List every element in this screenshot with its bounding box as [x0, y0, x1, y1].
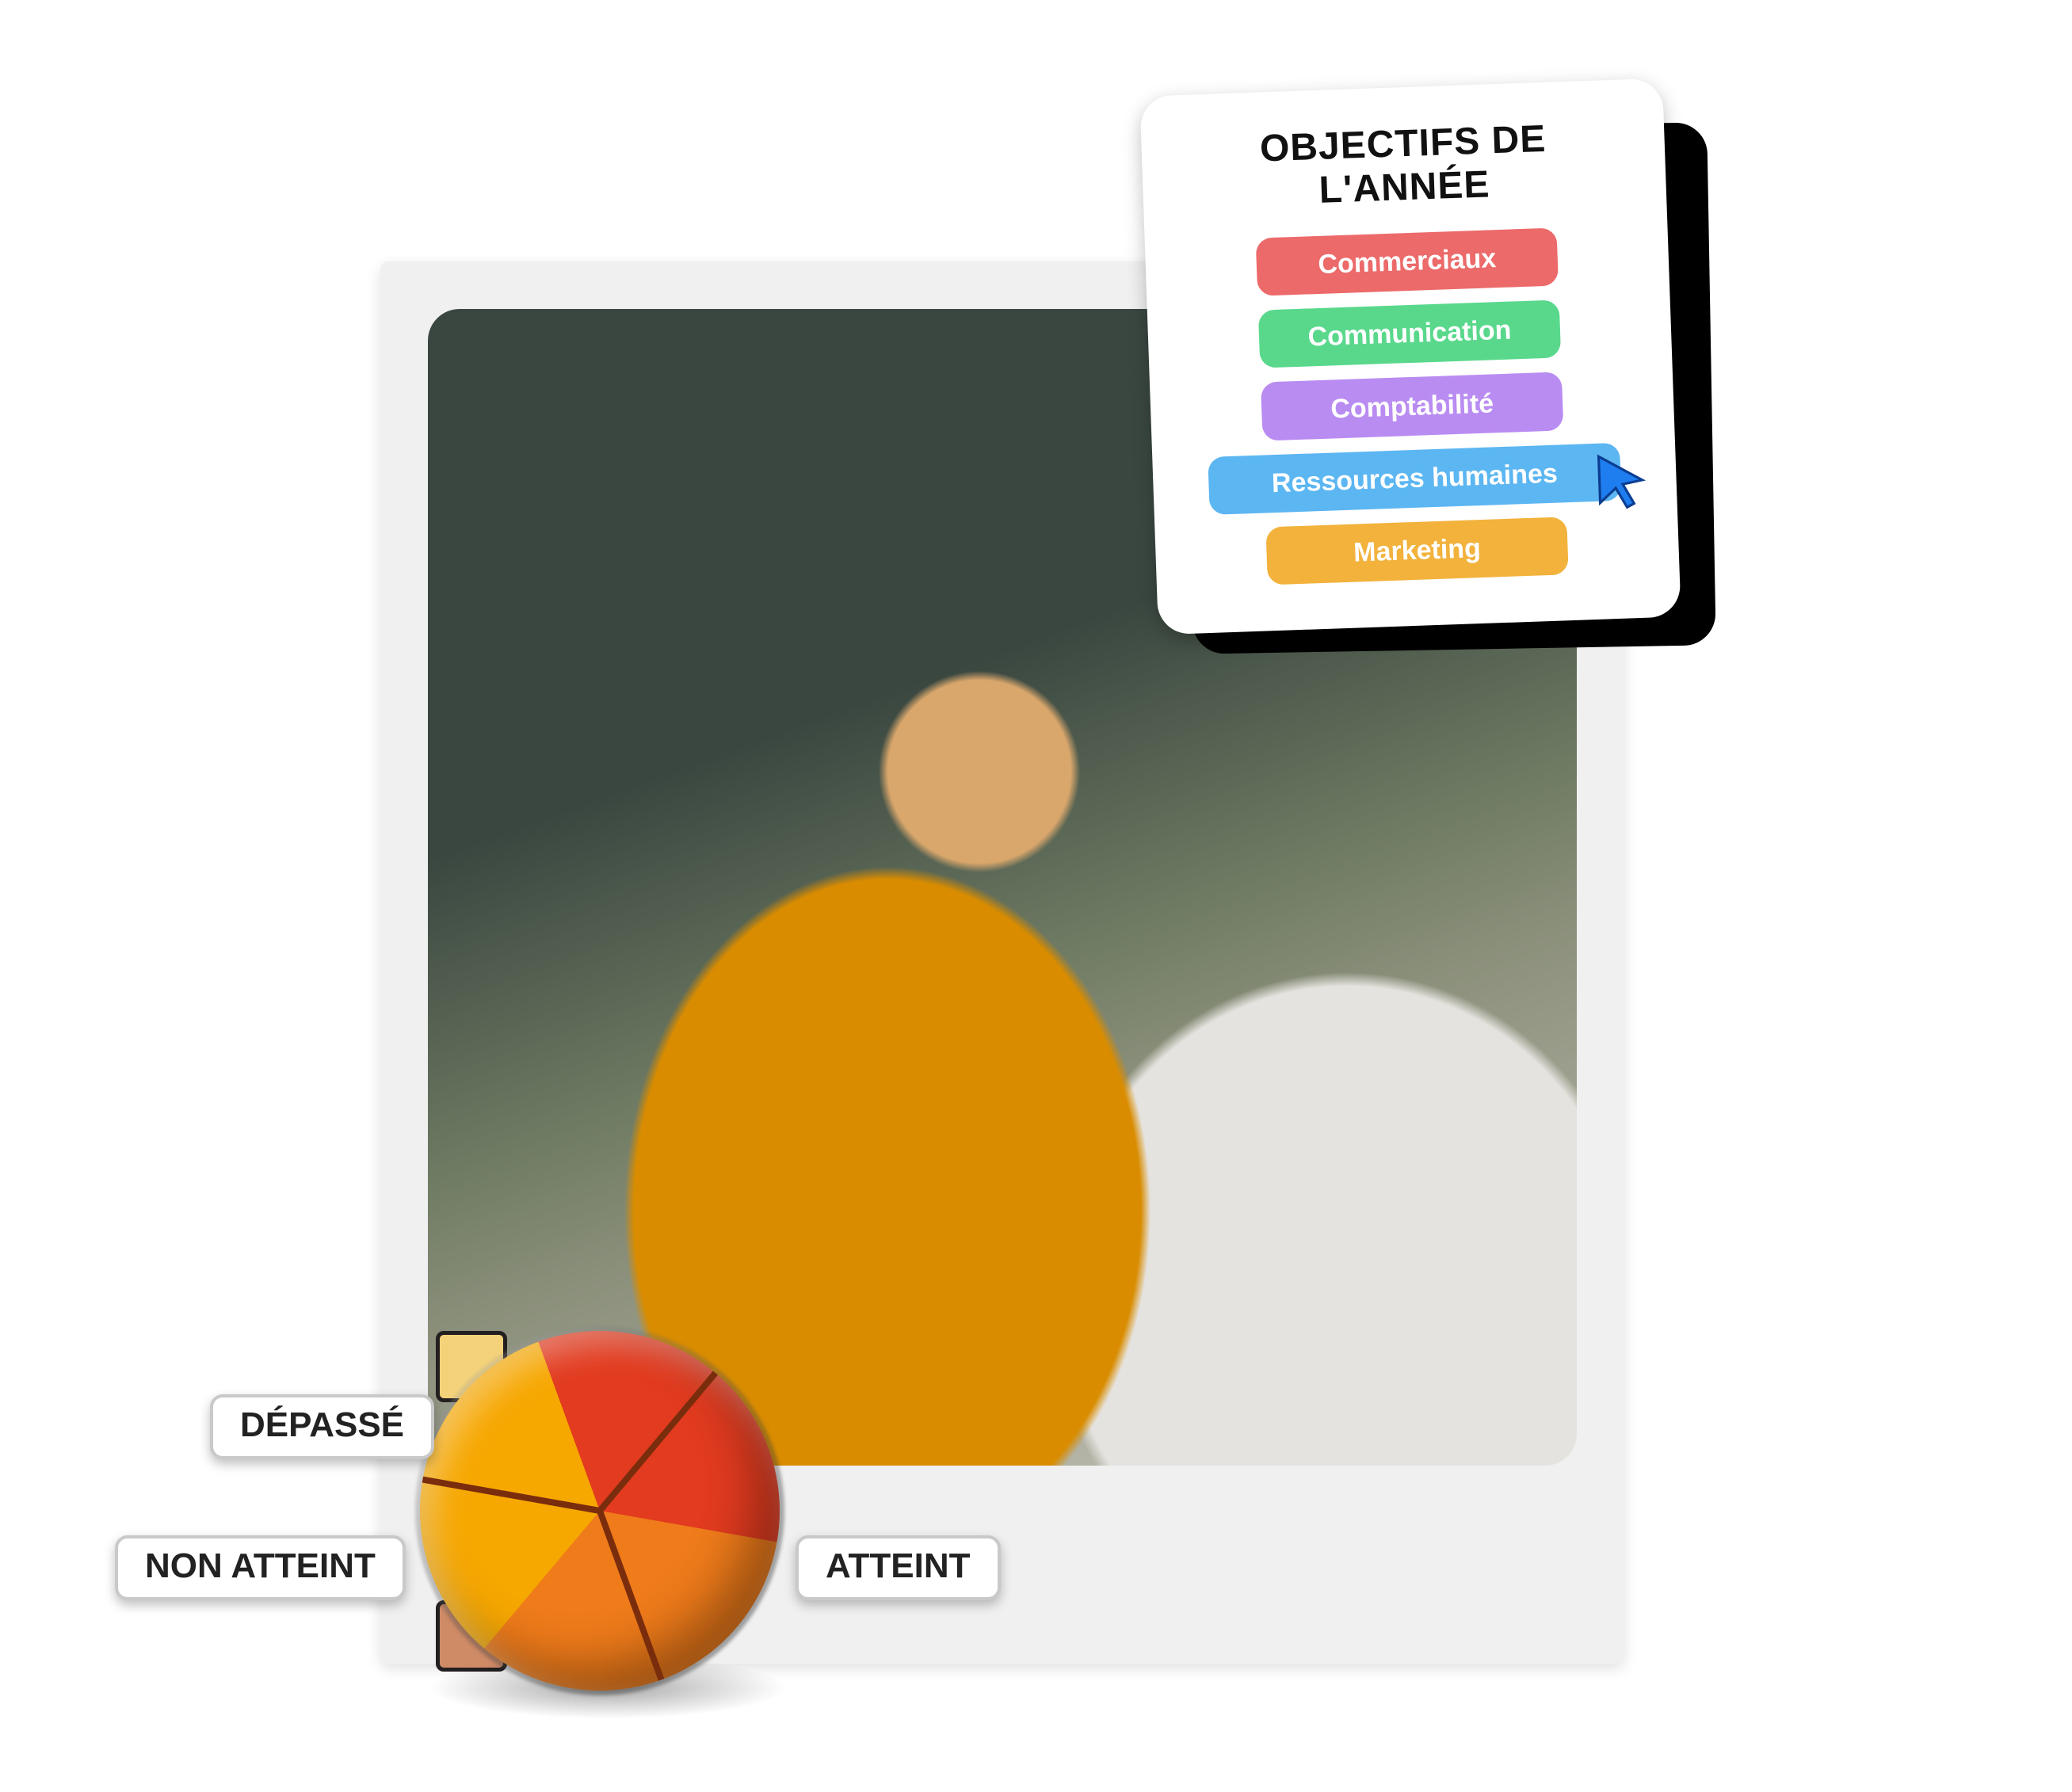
- pie-chart: [420, 1331, 780, 1691]
- objectives-title: OBJECTIFS DE L'ANNÉE: [1173, 114, 1635, 217]
- objective-button-communication[interactable]: Communication: [1258, 300, 1561, 368]
- objective-button-comptabilite[interactable]: Comptabilité: [1261, 372, 1563, 440]
- objectives-card: OBJECTIFS DE L'ANNÉE Commerciaux Communi…: [1139, 78, 1681, 635]
- pie-label-not-reached: NON ATTEINT: [115, 1535, 406, 1600]
- objective-button-marketing[interactable]: Marketing: [1265, 517, 1568, 585]
- pie-label-exceeded: DÉPASSÉ: [210, 1394, 434, 1459]
- cursor-icon: [1591, 452, 1650, 510]
- objective-button-ressources-humaines[interactable]: Ressources humaines: [1208, 442, 1621, 514]
- pie-label-reached: ATTEINT: [796, 1535, 1001, 1600]
- objective-button-commerciaux[interactable]: Commerciaux: [1256, 227, 1559, 295]
